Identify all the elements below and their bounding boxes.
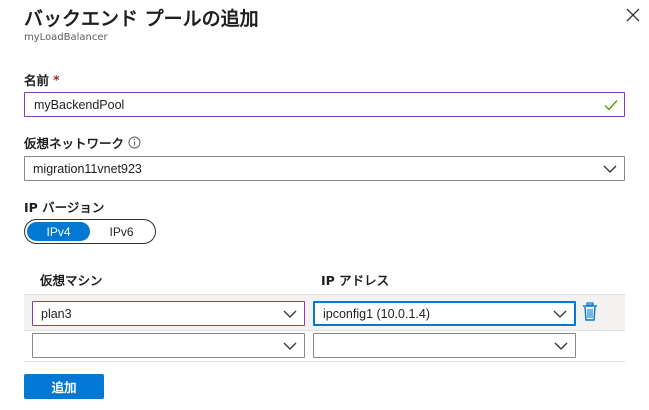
chevron-down-icon (554, 342, 568, 350)
ip-select-row-2[interactable] (313, 333, 576, 358)
add-button[interactable]: 追加 (24, 374, 104, 399)
name-input[interactable]: myBackendPool (24, 92, 625, 117)
page-title: バックエンド プールの追加 (24, 8, 259, 30)
row-divider (24, 330, 625, 331)
vnet-label-text: 仮想ネットワーク (24, 136, 125, 151)
ipv4-option[interactable]: IPv4 (27, 222, 90, 241)
vnet-select[interactable]: migration11vnet923 (24, 156, 625, 181)
chevron-down-icon (603, 165, 617, 173)
ip-column-header: IP アドレス (321, 273, 390, 288)
vnet-label: 仮想ネットワーク (24, 133, 141, 152)
trash-icon[interactable] (581, 302, 599, 322)
vm-select-row-1[interactable]: plan3 (32, 301, 305, 326)
chevron-down-icon (283, 342, 297, 350)
name-input-value: myBackendPool (34, 97, 125, 112)
ipv6-option[interactable]: IPv6 (90, 222, 153, 241)
checkmark-icon (604, 99, 618, 111)
close-button[interactable] (622, 4, 644, 26)
vm-column-header: 仮想マシン (40, 273, 103, 288)
page-subtitle: myLoadBalancer (24, 32, 108, 43)
info-icon[interactable] (128, 136, 141, 149)
ip-version-label: IP バージョン (24, 197, 104, 216)
vm-select-row-2[interactable] (32, 333, 305, 358)
name-label: 名前 * (24, 70, 60, 89)
ip-version-toggle[interactable]: IPv4 IPv6 (24, 219, 156, 244)
ip-select-value: ipconfig1 (10.0.1.4) (323, 306, 431, 321)
ip-select-row-1[interactable]: ipconfig1 (10.0.1.4) (313, 301, 576, 326)
chevron-down-icon (283, 310, 297, 318)
vm-select-value: plan3 (41, 306, 72, 321)
vnet-select-value: migration11vnet923 (33, 161, 142, 176)
chevron-down-icon (553, 310, 567, 318)
close-icon (626, 8, 640, 22)
ip-version-label-text: IP バージョン (24, 200, 105, 215)
row-divider (24, 361, 625, 362)
required-mark: * (53, 72, 60, 87)
name-label-text: 名前 (24, 73, 50, 88)
